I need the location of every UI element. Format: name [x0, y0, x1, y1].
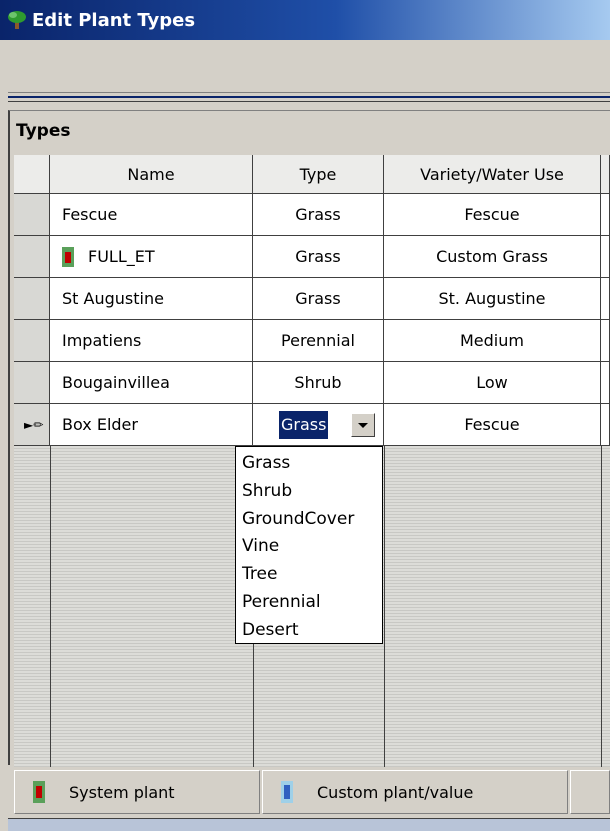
name-text: St Augustine	[62, 289, 164, 308]
name-cell[interactable]: St Augustine	[50, 278, 253, 320]
title-bar: Edit Plant Types	[0, 0, 610, 40]
name-cell[interactable]: Box Elder	[50, 404, 253, 446]
row-selector[interactable]	[14, 236, 50, 278]
header-corner	[14, 155, 50, 194]
column-header-name[interactable]: Name	[50, 155, 253, 194]
toolbar-area	[0, 40, 610, 92]
dropdown-option-shrub[interactable]: Shrub	[236, 478, 382, 506]
table-row[interactable]: Fescue Grass Fescue	[14, 194, 610, 236]
dropdown-option-perennial[interactable]: Perennial	[236, 589, 382, 617]
variety-cell[interactable]: Low	[384, 362, 601, 404]
row-selector[interactable]: ►✏	[14, 404, 50, 446]
variety-cell[interactable]: Medium	[384, 320, 601, 362]
dropdown-option-grass[interactable]: Grass	[236, 450, 382, 478]
name-text: Impatiens	[62, 331, 142, 350]
dropdown-option-vine[interactable]: Vine	[236, 533, 382, 561]
system-plant-icon	[62, 246, 74, 267]
name-text: FULL_ET	[88, 247, 155, 266]
type-combobox[interactable]: Grass	[279, 411, 375, 439]
dropdown-arrow-button[interactable]	[351, 413, 375, 437]
name-cell[interactable]: Impatiens	[50, 320, 253, 362]
table-row[interactable]: Impatiens Perennial Medium	[14, 320, 610, 362]
legend-bar: System plant Custom plant/value	[14, 768, 610, 816]
custom-plant-icon	[281, 781, 293, 803]
extra-cell	[601, 362, 610, 404]
dropdown-option-groundcover[interactable]: GroundCover	[236, 506, 382, 534]
row-selector[interactable]	[14, 194, 50, 236]
panel-title: Types	[16, 121, 71, 141]
row-selector[interactable]	[14, 362, 50, 404]
table-row[interactable]: Bougainvillea Shrub Low	[14, 362, 610, 404]
variety-cell[interactable]: Fescue	[384, 404, 601, 446]
edit-pencil-icon: ►✏	[24, 418, 44, 432]
window-title: Edit Plant Types	[32, 9, 196, 31]
name-cell[interactable]: Bougainvillea	[50, 362, 253, 404]
system-plant-icon	[33, 781, 45, 803]
column-header-extra	[601, 155, 610, 194]
type-cell[interactable]: Shrub	[253, 362, 384, 404]
divider	[8, 92, 610, 102]
row-selector[interactable]	[14, 320, 50, 362]
dropdown-option-tree[interactable]: Tree	[236, 561, 382, 589]
variety-cell[interactable]: Fescue	[384, 194, 601, 236]
extra-cell	[601, 320, 610, 362]
legend-extra	[570, 770, 610, 814]
dropdown-option-desert[interactable]: Desert	[236, 617, 382, 645]
variety-cell[interactable]: St. Augustine	[384, 278, 601, 320]
name-text: Bougainvillea	[62, 373, 170, 392]
type-dropdown-list[interactable]: Grass Shrub GroundCover Vine Tree Perenn…	[235, 446, 383, 644]
bottom-strip	[8, 818, 610, 831]
column-header-type[interactable]: Type	[253, 155, 384, 194]
table-row[interactable]: St Augustine Grass St. Augustine	[14, 278, 610, 320]
name-cell[interactable]: FULL_ET	[50, 236, 253, 278]
type-cell[interactable]: Perennial	[253, 320, 384, 362]
combobox-selected-value[interactable]: Grass	[279, 411, 329, 439]
legend-system-plant: System plant	[14, 770, 260, 814]
extra-cell	[601, 194, 610, 236]
type-cell[interactable]: Grass	[253, 236, 384, 278]
legend-system-label: System plant	[69, 782, 175, 802]
extra-cell	[601, 236, 610, 278]
extra-cell	[601, 404, 610, 446]
table-row[interactable]: FULL_ET Grass Custom Grass	[14, 236, 610, 278]
legend-custom-plant: Custom plant/value	[262, 770, 568, 814]
name-text: Box Elder	[62, 415, 138, 434]
grid-header: Name Type Variety/Water Use	[14, 155, 610, 194]
type-cell[interactable]: Grass	[253, 278, 384, 320]
column-header-variety[interactable]: Variety/Water Use	[384, 155, 601, 194]
plant-icon	[8, 11, 26, 29]
extra-cell	[601, 278, 610, 320]
type-cell[interactable]: Grass	[253, 194, 384, 236]
name-text: Fescue	[62, 205, 118, 224]
row-selector[interactable]	[14, 278, 50, 320]
legend-custom-label: Custom plant/value	[317, 782, 474, 802]
variety-cell[interactable]: Custom Grass	[384, 236, 601, 278]
name-cell[interactable]: Fescue	[50, 194, 253, 236]
chevron-down-icon	[358, 422, 368, 428]
